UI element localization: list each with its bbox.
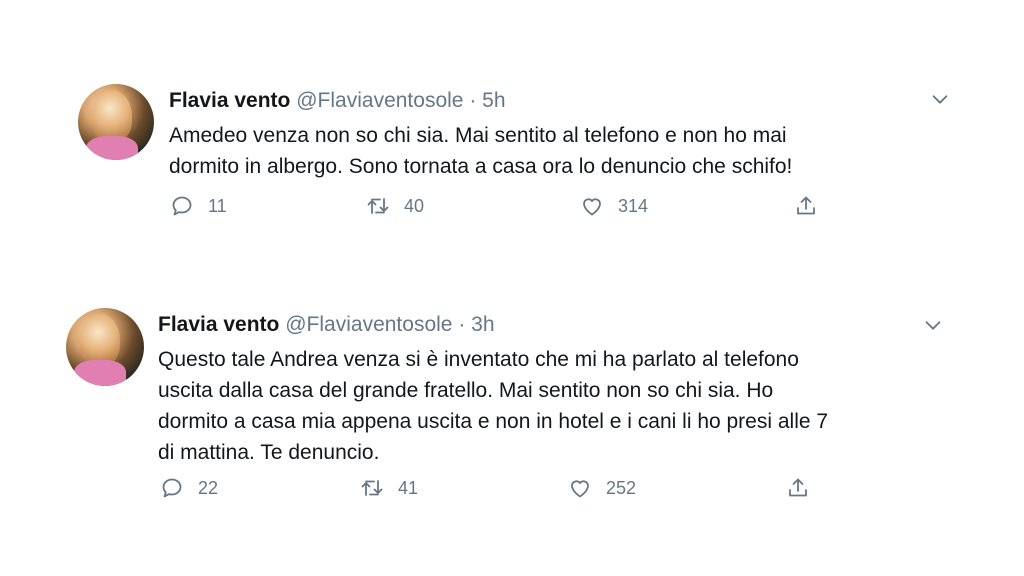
share-button[interactable]	[786, 474, 824, 502]
reply-button[interactable]: 22	[160, 474, 218, 502]
share-icon	[789, 478, 807, 497]
share-button[interactable]	[794, 192, 832, 220]
reply-icon	[172, 196, 192, 216]
like-button[interactable]: 252	[568, 474, 636, 502]
tweet-text-line: di mattina. Te denuncio.	[158, 441, 380, 464]
chevron-down-icon[interactable]	[929, 88, 951, 110]
tweet-text-line: Amedeo venza non so chi sia. Mai sentito…	[169, 124, 787, 147]
reply-count: 22	[198, 477, 219, 498]
retweet-icon	[367, 198, 389, 214]
tweet-text: Amedeo venza non so chi sia. Mai sentito…	[169, 120, 929, 182]
avatar-hair	[92, 90, 132, 142]
tweet-text-line: Questo tale Andrea venza si è inventato …	[158, 348, 799, 371]
reply-icon	[162, 478, 182, 498]
tweet-header: Flavia vento @Flaviaventosole · 3h	[158, 312, 495, 338]
avatar[interactable]	[78, 84, 154, 160]
avatar[interactable]	[66, 308, 144, 386]
tweet-text: Questo tale Andrea venza si è inventato …	[158, 344, 918, 468]
retweet-button[interactable]: 41	[360, 474, 418, 502]
tweet-header: Flavia vento @Flaviaventosole · 5h	[169, 88, 506, 114]
user-handle[interactable]: @Flaviaventosole	[296, 89, 463, 112]
retweet-icon	[361, 480, 383, 496]
share-icon	[797, 196, 815, 215]
reply-button[interactable]: 11	[170, 192, 227, 220]
avatar-shirt	[74, 360, 126, 386]
retweet-count: 41	[398, 477, 419, 498]
tweet-actions: 11 40 314	[0, 192, 1024, 220]
separator: ·	[458, 313, 466, 336]
like-count: 314	[618, 195, 649, 216]
retweet-count: 40	[404, 195, 425, 216]
tweet-text-line: dormito a casa mia appena uscita e non i…	[158, 410, 829, 433]
tweet-text-line: dormito in albergo. Sono tornata a casa …	[169, 155, 793, 178]
timestamp[interactable]: 3h	[471, 313, 494, 336]
display-name[interactable]: Flavia vento	[169, 89, 290, 112]
chevron-down-icon[interactable]	[922, 314, 944, 336]
avatar-hair	[80, 314, 120, 366]
user-handle[interactable]: @Flaviaventosole	[285, 313, 452, 336]
like-button[interactable]: 314	[580, 192, 648, 220]
heart-icon	[583, 198, 601, 216]
tweet-text-line: uscita dalla casa del grande fratello. M…	[158, 379, 774, 402]
heart-icon	[571, 480, 589, 498]
tweet-actions: 22 41 252	[0, 474, 1024, 502]
separator: ·	[469, 89, 477, 112]
retweet-button[interactable]: 40	[366, 192, 424, 220]
like-count: 252	[606, 477, 637, 498]
reply-count: 11	[208, 195, 227, 216]
display-name[interactable]: Flavia vento	[158, 313, 279, 336]
timestamp[interactable]: 5h	[482, 89, 505, 112]
avatar-shirt	[86, 136, 138, 160]
